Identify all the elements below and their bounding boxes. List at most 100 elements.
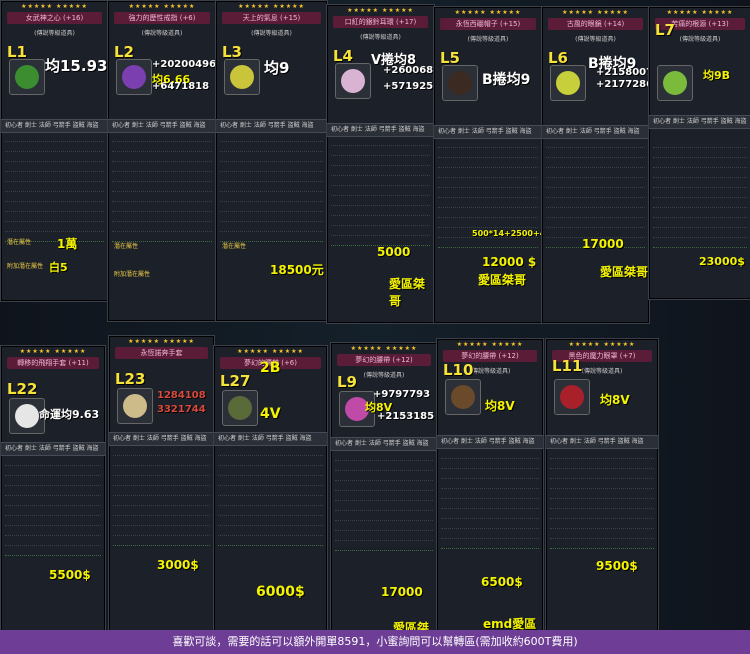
item-name: 女武神之心 (+16) <box>7 12 102 24</box>
price: 1萬 <box>57 237 78 251</box>
star-rating: ★★★★★ ★★★★★ <box>350 345 418 352</box>
seller-name: 愛區桀哥 <box>600 265 649 279</box>
item-average: 均9 <box>264 59 290 77</box>
price: 5000 <box>377 245 411 259</box>
item-grade: (傳說等級道具) <box>360 34 401 41</box>
price: 5500$ <box>49 568 91 582</box>
item-label: L9 <box>337 373 357 391</box>
stat-rows <box>112 134 212 244</box>
star-rating: ★★★★★ ★★★★★ <box>347 7 414 14</box>
item-stat-a: +2600689 <box>383 65 435 76</box>
price: 6500$ <box>481 575 523 589</box>
item-icon <box>550 65 586 101</box>
item-stat-a: +2158007 <box>596 67 650 78</box>
stat-rows <box>335 453 433 553</box>
star-rating: ★★★★★ ★★★★★ <box>568 341 636 348</box>
item-icon <box>117 388 153 424</box>
item-card-l7[interactable]: ★★★★★ ★★★★★ 苦痛的根源 (+13) (傳說等級道具) L7 均9B … <box>648 6 750 300</box>
stat-rows <box>5 134 104 244</box>
price: 6000$ <box>256 584 305 600</box>
item-stat-a: 2B <box>260 360 281 376</box>
item-card-l23[interactable]: ★★★★★ ★★★★★ 永恆諾奔手套 L23 1284108 3321744 初… <box>108 335 215 632</box>
star-rating: ★★★★★ ★★★★★ <box>237 348 304 355</box>
job-tabs: 初心者 劍士 法師 弓箭手 盜賊 海盜 <box>109 432 214 446</box>
item-grade: (傳說等級道具) <box>141 30 183 37</box>
item-stat-b: +2153185 <box>377 411 435 422</box>
star-rating: ★★★★★ ★★★★★ <box>454 9 522 16</box>
seller-name: 愛區桀哥 <box>389 277 426 308</box>
item-card-l2[interactable]: ★★★★★ ★★★★★ 強力的歷性戒指 (+6) (傳說等級道具) L2 +20… <box>107 0 217 322</box>
item-card-l6[interactable]: ★★★★★ ★★★★★ 古風的眼鏡 (+14) (傳說等級道具) L6 B捲均9… <box>541 6 650 324</box>
item-grade: (傳說等級道具) <box>467 36 509 43</box>
potential-title: 潛在屬性 <box>222 243 247 250</box>
item-icon <box>9 59 45 95</box>
item-icon <box>224 59 260 95</box>
price: 12000 $ <box>482 255 537 269</box>
price: 3000$ <box>157 558 199 572</box>
potential-title: 潛在屬性 <box>114 243 139 250</box>
item-average: 均8V <box>600 393 630 407</box>
item-card-l5[interactable]: ★★★★★ ★★★★★ 永恆西硼帽子 (+15) (傳說等級道具) L5 B捲均… <box>433 6 543 324</box>
item-name: 天上的氣息 (+15) <box>222 12 321 24</box>
seller-name: 愛區桀哥 <box>478 273 527 287</box>
item-card-l4[interactable]: ★★★★★ ★★★★★ 口紅的銀鈴耳環 (+17) (傳說等級道具) L4 V捲… <box>326 4 435 324</box>
cost-breakdown: 500*14+2500+4000 <box>472 229 542 238</box>
star-rating: ★★★★★ ★★★★★ <box>21 3 88 10</box>
job-tabs: 初心者 劍士 法師 弓箭手 盜賊 海盜 <box>327 123 434 137</box>
item-icon <box>554 379 590 415</box>
item-average: 均9B <box>703 69 731 82</box>
price: 23000$ <box>699 255 745 268</box>
job-tabs: 初心者 劍士 法師 弓箭手 盜賊 海盜 <box>546 435 658 449</box>
item-icon <box>445 379 481 415</box>
stat-rows <box>5 458 101 558</box>
item-card-l11[interactable]: ★★★★★ ★★★★★ 黑色的魔力眼罩 (+7) (傳說等級道具) L11 均8… <box>545 338 659 632</box>
job-tabs: 初心者 劍士 法師 弓箭手 盜賊 海盜 <box>1 119 108 133</box>
star-rating: ★★★★★ ★★★★★ <box>666 9 734 16</box>
item-grade: (傳說等級道具) <box>34 30 75 37</box>
stat-rows <box>550 451 654 551</box>
job-tabs: 初心者 劍士 法師 弓箭手 盜賊 海盜 <box>434 125 542 139</box>
item-card-l1[interactable]: ★★★★★ ★★★★★ 女武神之心 (+16) (傳說等級道具) L1 均15.… <box>0 0 109 302</box>
item-average: 均8V <box>485 399 515 413</box>
stat-rows <box>331 138 430 248</box>
job-tabs: 初心者 劍士 法師 弓箭手 盜賊 海盜 <box>649 115 750 129</box>
extra-note: 白5 <box>49 261 68 274</box>
item-stat-b: 4V <box>260 406 281 422</box>
additional-potential-title: 附加潛在屬性 <box>114 271 151 278</box>
item-grade: (傳說等級道具) <box>575 36 616 43</box>
item-name: 強力的歷性戒指 (+6) <box>114 12 210 24</box>
item-card-l22[interactable]: ★★★★★ ★★★★★ 轉移的飛翔手套 (+11) L22 命運均9.63 初心… <box>0 345 106 632</box>
job-tabs: 初心者 劍士 法師 弓箭手 盜賊 海盜 <box>542 125 649 139</box>
stat-rows <box>653 140 747 250</box>
item-label: L10 <box>443 361 474 379</box>
price: 9500$ <box>596 559 638 573</box>
item-stat-b: 3321744 <box>157 404 206 415</box>
job-tabs: 初心者 劍士 法師 弓箭手 盜賊 海盜 <box>1 442 105 456</box>
item-icon <box>116 59 152 95</box>
item-card-l27[interactable]: ★★★★★ ★★★★★ 夢幻的腰帶 (+6) L27 2B 4V 初心者 劍士 … <box>213 345 328 632</box>
star-rating: ★★★★★ ★★★★★ <box>456 341 524 348</box>
star-rating: ★★★★★ ★★★★★ <box>128 3 196 10</box>
item-card-l9[interactable]: ★★★★★ ★★★★★ 夢幻的腰帶 (+12) (傳說等級道具) L9 +979… <box>330 342 438 632</box>
item-stat-b: +5719258 <box>383 81 435 92</box>
item-stat-b: +6471818 <box>152 81 210 92</box>
star-rating: ★★★★★ ★★★★★ <box>128 338 195 345</box>
footer-note: 喜歡可談，需要的話可以額外開單8591，小蜜詢問可以幫轉區(需加收約600T費用… <box>0 630 750 654</box>
job-tabs: 初心者 劍士 法師 弓箭手 盜賊 海盜 <box>108 119 216 133</box>
item-card-l3[interactable]: ★★★★★ ★★★★★ 天上的氣息 (+15) (傳說等級道具) L3 均9 初… <box>215 0 328 322</box>
stat-rows <box>218 448 323 548</box>
item-average: 均15.93 <box>45 57 108 75</box>
item-label: L23 <box>115 370 146 388</box>
item-grade: (傳說等級道具) <box>251 30 292 37</box>
item-icon <box>222 390 258 426</box>
job-tabs: 初心者 劍士 法師 弓箭手 盜賊 海盜 <box>214 432 327 446</box>
additional-potential-title: 附加潛在屬性 <box>7 263 44 270</box>
item-stat-a: +20200496 <box>152 59 217 70</box>
item-name: 永恆西硼帽子 (+15) <box>440 18 536 30</box>
star-rating: ★★★★★ ★★★★★ <box>238 3 305 10</box>
item-name: 古風的眼鏡 (+14) <box>548 18 643 30</box>
price: 17000 <box>381 585 423 599</box>
item-card-l10[interactable]: ★★★★★ ★★★★★ 夢幻的腰帶 (+12) (傳說等級道具) L10 均8V… <box>436 338 544 632</box>
item-name: 口紅的銀鈴耳環 (+17) <box>333 16 428 28</box>
item-average: 命運均9.63 <box>39 408 100 421</box>
